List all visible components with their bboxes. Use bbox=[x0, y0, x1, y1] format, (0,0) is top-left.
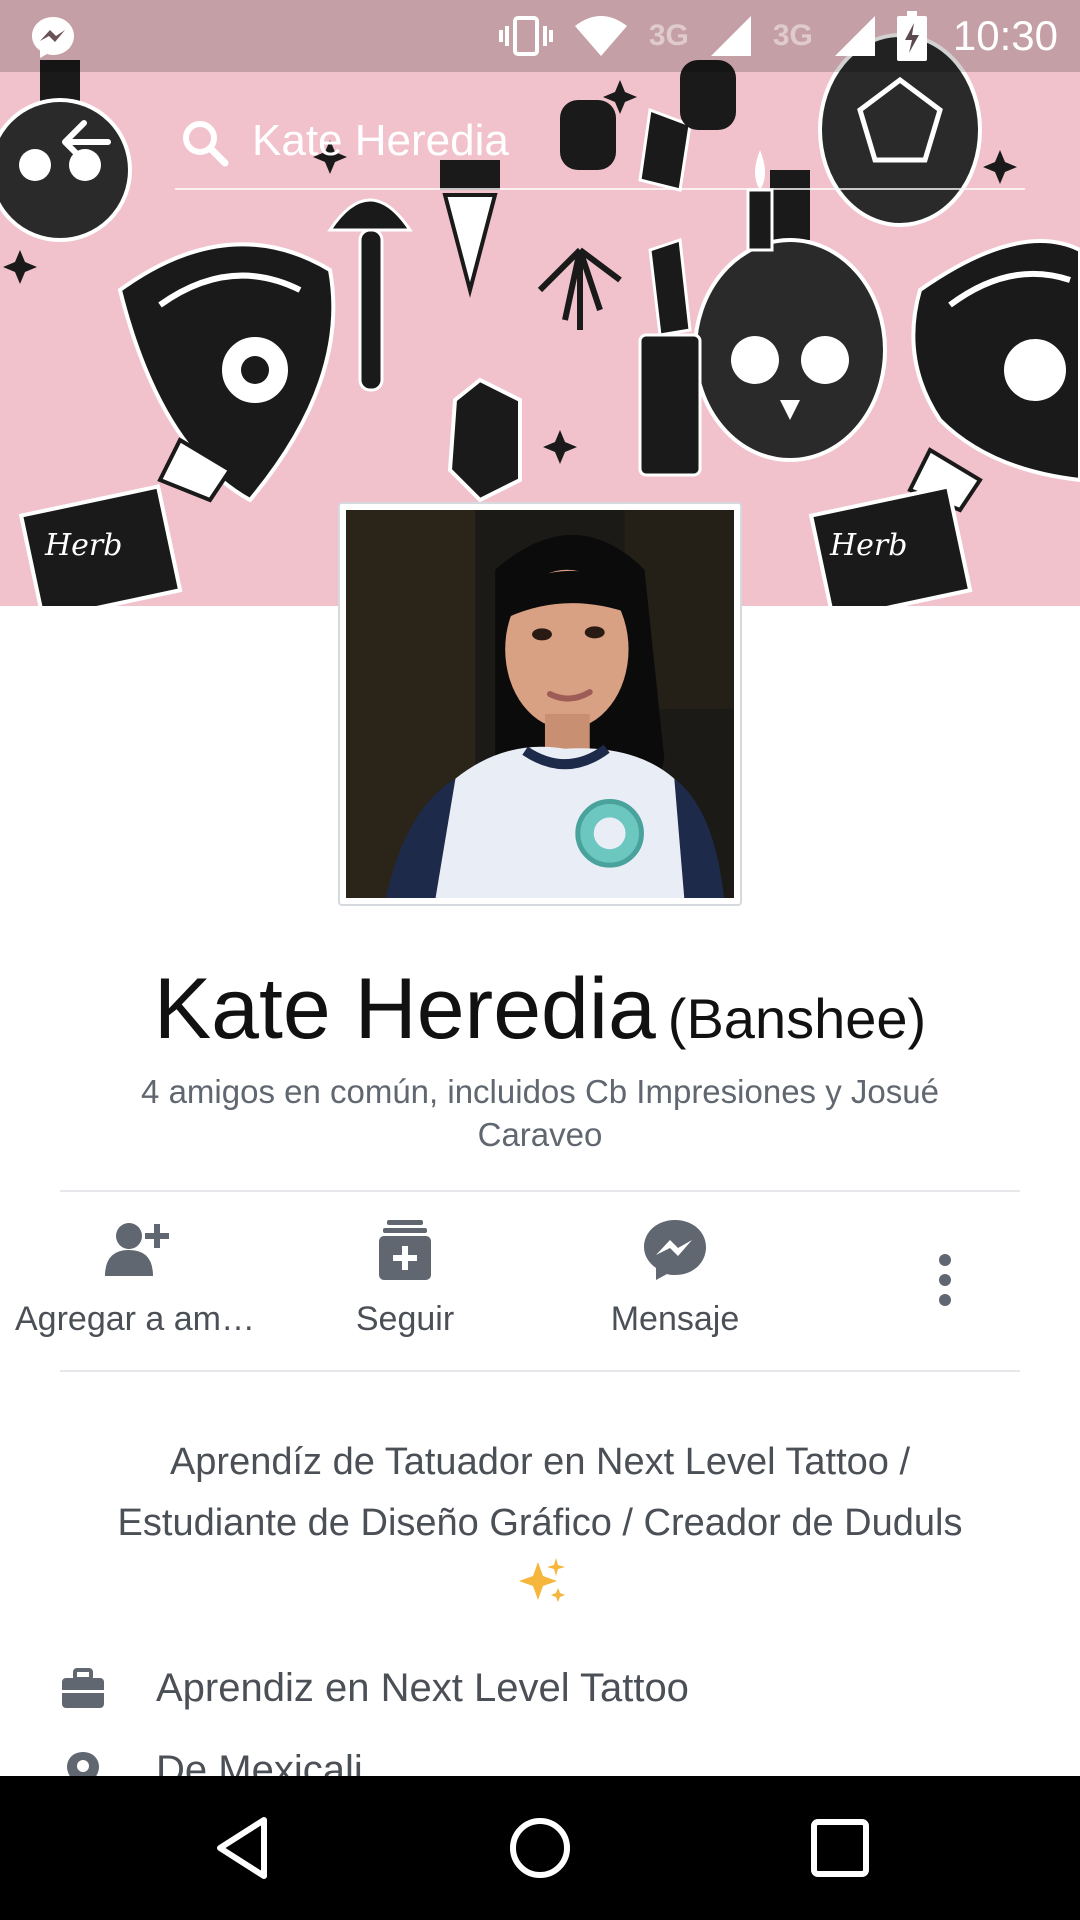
messenger-icon bbox=[32, 17, 74, 58]
mutual-friends[interactable]: 4 amigos en común, incluidos Cb Impresio… bbox=[100, 1070, 980, 1156]
wifi-icon bbox=[574, 16, 627, 56]
search-underline bbox=[175, 188, 1025, 190]
recents-square-icon[interactable] bbox=[804, 1812, 876, 1884]
message-label: Mensaje bbox=[610, 1300, 740, 1338]
battery-charging-icon bbox=[896, 11, 927, 61]
signal-icon bbox=[710, 16, 751, 56]
search-icon bbox=[183, 121, 229, 167]
add-friend-button[interactable]: Agregar a am… bbox=[0, 1218, 270, 1358]
network-type-1: 3G bbox=[648, 19, 689, 52]
signal-icon bbox=[834, 16, 875, 56]
work-info-text: Aprendiz en Next Level Tattoo bbox=[156, 1666, 689, 1710]
vibrate-icon bbox=[498, 16, 553, 56]
follow-button[interactable]: Seguir bbox=[270, 1218, 540, 1358]
profile-name: Kate Heredia (Banshee) bbox=[0, 960, 1080, 1059]
profile-bio: Aprendíz de Tatuador en Next Level Tatto… bbox=[100, 1432, 980, 1615]
work-info-row[interactable]: Aprendiz en Next Level Tattoo bbox=[60, 1660, 1040, 1720]
status-bar: 3G 3G 10:30 bbox=[0, 0, 1080, 72]
back-arrow-icon[interactable] bbox=[58, 114, 114, 170]
back-triangle-icon[interactable] bbox=[206, 1812, 278, 1884]
divider-top bbox=[60, 1190, 1020, 1192]
follow-label: Seguir bbox=[355, 1300, 455, 1338]
profile-alternate-name: (Banshee) bbox=[667, 987, 927, 1050]
briefcase-icon bbox=[62, 1668, 104, 1708]
sparkles-icon bbox=[519, 1558, 565, 1602]
more-vertical-icon[interactable] bbox=[915, 1250, 975, 1310]
divider-bottom bbox=[60, 1370, 1020, 1372]
svg-text:Herb: Herb bbox=[829, 528, 907, 563]
follow-icon bbox=[379, 1220, 431, 1280]
message-button[interactable]: Mensaje bbox=[540, 1218, 810, 1358]
home-circle-icon[interactable] bbox=[504, 1812, 576, 1884]
search-bar[interactable]: Kate Heredia bbox=[0, 96, 1080, 196]
status-time: 10:30 bbox=[952, 12, 1058, 59]
avatar bbox=[346, 510, 734, 898]
messenger-icon bbox=[644, 1220, 706, 1280]
navigation-bar bbox=[0, 1776, 1080, 1920]
svg-text:Herb: Herb bbox=[44, 528, 122, 563]
profile-picture[interactable] bbox=[338, 502, 742, 906]
search-input[interactable]: Kate Heredia bbox=[252, 116, 509, 166]
bio-text: Aprendíz de Tatuador en Next Level Tatto… bbox=[117, 1441, 963, 1544]
profile-name-main: Kate Heredia bbox=[153, 961, 656, 1057]
profile-screen: Herb Herb 3G 3G 10:30 Kate Heredia Kate … bbox=[0, 0, 1080, 1920]
network-type-2: 3G bbox=[772, 19, 813, 52]
add-friend-label: Agregar a am… bbox=[15, 1300, 255, 1338]
add-friend-icon bbox=[105, 1223, 169, 1276]
